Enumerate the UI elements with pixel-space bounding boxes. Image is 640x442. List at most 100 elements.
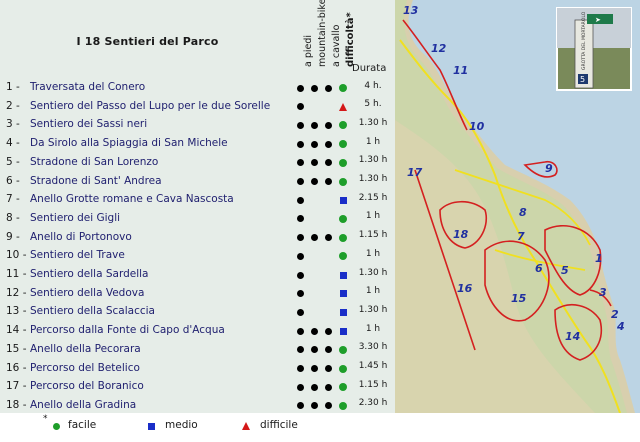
a-piedi-dot-icon bbox=[297, 308, 304, 316]
trail-row: 16 - Percorso del Betelico 1.45 h bbox=[0, 360, 395, 379]
trail-duration: 1 h bbox=[365, 323, 381, 334]
difficulty-facile-icon bbox=[339, 177, 347, 186]
trail-number: 11 - bbox=[6, 268, 27, 280]
legend-difficile-icon bbox=[242, 422, 250, 430]
difficulty-facile-icon bbox=[339, 364, 347, 373]
mountain-bike-dot-icon bbox=[311, 365, 318, 372]
trail-number: 7 - bbox=[6, 193, 20, 206]
difficulty-facile-icon bbox=[339, 252, 347, 261]
trail-number: 14 - bbox=[6, 324, 27, 337]
trail-number: 1 - bbox=[6, 81, 20, 93]
mountain-bike-dot-icon bbox=[311, 402, 318, 410]
a-piedi-dot-icon bbox=[297, 290, 304, 298]
trail-duration: 1 h bbox=[365, 286, 381, 297]
trail-name-link[interactable]: Anello della Gradina bbox=[30, 399, 136, 411]
legend-facile-icon bbox=[53, 423, 60, 430]
trail-row: 7 - Anello Grotte romane e Cava Nascosta 2… bbox=[0, 191, 395, 210]
trail-row: 2 - Sentiero del Passo del Lupo per le du… bbox=[0, 98, 395, 117]
trail-row: 14 - Percorso dalla Fonte di Capo d'Acqua… bbox=[0, 322, 395, 341]
header-a-cavallo: a cavallo bbox=[319, 0, 342, 78]
a-piedi-dot-icon bbox=[297, 383, 304, 391]
difficulty-medio-icon bbox=[339, 196, 347, 204]
trail-number: 18 - bbox=[6, 398, 27, 411]
a-piedi-dot-icon bbox=[297, 327, 304, 335]
map-trail-label: 3 bbox=[599, 286, 607, 299]
map-bottom-margin bbox=[395, 413, 640, 442]
trail-row: 8 - Sentiero dei Gigli 1 h bbox=[0, 210, 395, 229]
difficulty-facile-icon bbox=[339, 345, 347, 354]
map-trail-label: 9 bbox=[545, 162, 553, 175]
difficulty-facile-icon bbox=[339, 383, 347, 392]
a-piedi-dot-icon bbox=[297, 252, 304, 260]
trail-number: 17 - bbox=[6, 380, 27, 393]
trail-name-link[interactable]: Percorso dalla Fonte di Capo d'Acqua bbox=[30, 324, 225, 336]
trail-row: 6 - Stradone di Sant' Andrea 1.30 h bbox=[0, 173, 395, 192]
trail-row: 4 - Da Sirolo alla Spiaggia di San Michel… bbox=[0, 135, 395, 154]
trail-name-link[interactable]: Percorso del Betelico bbox=[30, 362, 140, 374]
mountain-bike-dot-icon bbox=[311, 327, 318, 335]
legend-facile-label: facile bbox=[68, 419, 97, 431]
trail-name-link[interactable]: Stradone di San Lorenzo bbox=[30, 156, 158, 168]
trail-name-link[interactable]: Sentiero del Passo del Lupo per le due S… bbox=[30, 100, 270, 112]
header-a-piedi: a piedi bbox=[291, 0, 314, 78]
mountain-bike-dot-icon bbox=[311, 346, 318, 354]
trail-duration: 1.45 h bbox=[358, 361, 388, 371]
mountain-bike-dot-icon bbox=[311, 159, 318, 167]
trail-number: 12 - bbox=[6, 286, 27, 299]
a-cavallo-dot-icon bbox=[325, 178, 332, 185]
trail-name-link[interactable]: Sentiero dei Gigli bbox=[30, 212, 120, 224]
trail-name-link[interactable]: Percorso del Boranico bbox=[30, 380, 144, 392]
a-piedi-dot-icon bbox=[297, 140, 304, 148]
trail-name-link[interactable]: Da Sirolo alla Spiaggia di San Michele bbox=[30, 137, 228, 149]
trail-duration: 1.15 h bbox=[358, 379, 388, 390]
trail-number: 8 - bbox=[6, 211, 20, 224]
mountain-bike-dot-icon bbox=[311, 234, 318, 242]
trail-name-link[interactable]: Sentiero della Sardella bbox=[30, 268, 148, 280]
difficulty-medio-icon bbox=[339, 271, 347, 279]
a-piedi-dot-icon bbox=[297, 84, 304, 92]
a-piedi-dot-icon bbox=[297, 365, 304, 372]
a-piedi-dot-icon bbox=[297, 103, 304, 111]
a-piedi-dot-icon bbox=[297, 178, 304, 185]
a-piedi-dot-icon bbox=[297, 159, 304, 167]
trail-duration: 4 h. bbox=[364, 80, 382, 91]
trail-name-link[interactable]: Sentiero del Trave bbox=[30, 249, 125, 261]
header-durata: Durata bbox=[352, 63, 387, 74]
trail-name-link[interactable]: Stradone di Sant' Andrea bbox=[30, 175, 162, 187]
map-trail-label: 12 bbox=[431, 42, 447, 55]
mountain-bike-dot-icon bbox=[311, 84, 318, 92]
difficulty-medio-icon bbox=[339, 327, 347, 335]
trail-duration: 2.30 h bbox=[358, 398, 388, 409]
map-trail-label: 10 bbox=[469, 120, 485, 133]
a-cavallo-dot-icon bbox=[325, 327, 332, 335]
trail-name-link[interactable]: Anello Grotte romane e Cava Nascosta bbox=[30, 193, 234, 205]
legend-medio-icon bbox=[148, 423, 155, 430]
trail-name-link[interactable]: Sentiero della Vedova bbox=[30, 287, 144, 299]
trail-duration: 1 h bbox=[365, 211, 381, 222]
difficulty-facile-icon bbox=[339, 84, 347, 92]
map-trail-label: 11 bbox=[453, 64, 468, 77]
trail-name-link[interactable]: Traversata del Conero bbox=[30, 81, 145, 93]
trails-table: I 18 Sentieri del Parco a piedi mountain… bbox=[0, 0, 395, 413]
trail-name-link[interactable]: Sentiero dei Sassi neri bbox=[30, 118, 147, 130]
trail-name-link[interactable]: Anello della Pecorara bbox=[30, 343, 141, 355]
header-difficolta: difficoltà* bbox=[333, 0, 356, 78]
a-piedi-dot-icon bbox=[297, 215, 304, 223]
map-trail-label: 8 bbox=[519, 206, 527, 219]
trail-name-link[interactable]: Anello di Portonovo bbox=[30, 231, 132, 243]
trail-number: 5 - bbox=[6, 155, 20, 168]
trail-duration: 1.30 h bbox=[358, 174, 388, 184]
trail-row: 9 - Anello di Portonovo 1.15 h bbox=[0, 229, 395, 248]
difficulty-facile-icon bbox=[339, 121, 347, 130]
map-trail-label: 15 bbox=[511, 292, 527, 305]
trail-number: 13 - bbox=[6, 305, 27, 318]
trail-duration: 1.30 h bbox=[358, 117, 388, 128]
trail-duration: 3.30 h bbox=[358, 342, 388, 353]
trail-number: 4 - bbox=[6, 137, 20, 150]
trail-row: 3 - Sentiero dei Sassi neri 1.30 h bbox=[0, 116, 395, 135]
trail-duration: 5 h. bbox=[364, 99, 382, 110]
trail-name-link[interactable]: Sentiero della Scalaccia bbox=[30, 305, 155, 317]
trail-duration: 1 h bbox=[365, 248, 381, 259]
map-svg: ➤ GROTTA DEL MORTAROLO 5 1312111017 9818 7… bbox=[395, 0, 640, 413]
legend-difficile-label: difficile bbox=[260, 419, 298, 431]
